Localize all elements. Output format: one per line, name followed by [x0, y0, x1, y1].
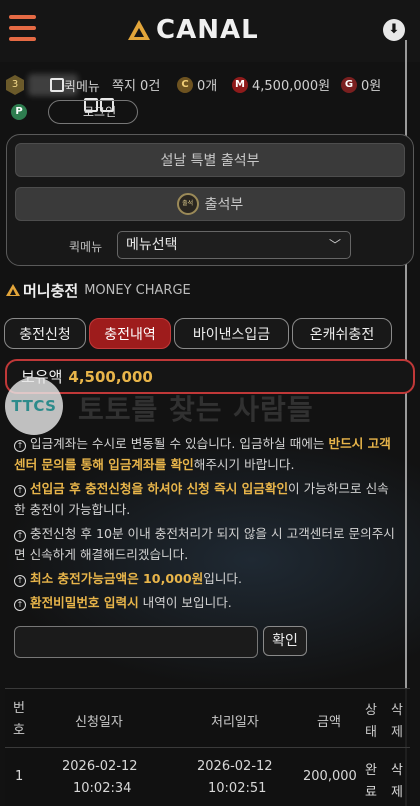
- g-amount: 0원: [361, 79, 382, 94]
- special-attendance-label: 설날 특별 출석부: [160, 153, 260, 169]
- quick-menu-text[interactable]: 퀵메뉴: [64, 76, 100, 95]
- logo-text: CANAL: [156, 15, 259, 45]
- row-amount: 200,000: [303, 769, 357, 784]
- arrow-up-circle-icon: ↑: [14, 485, 26, 497]
- balance-value: 4,500,000: [68, 367, 153, 386]
- header-request-date: 신청일자: [75, 715, 123, 730]
- notice-highlight: 선입금 후 충전신청을 하셔야 신청 즉시 입금확인: [30, 481, 289, 496]
- chevron-down-circle-icon[interactable]: ⬇: [383, 19, 405, 41]
- notice-list: ↑ 입금계좌는 수시로 변동될 수 있습니다. 입금하실 때에는 반드시 고객센터…: [14, 433, 396, 616]
- watermark-text: 토토를 찾는 사람들: [78, 393, 314, 426]
- triangle-logo-icon: [6, 284, 20, 296]
- coin-count: 0개: [197, 79, 218, 94]
- message-count[interactable]: 쪽지 0건: [112, 75, 160, 94]
- user-status-bar: 3 퀵메뉴 쪽지 0건 C 0개 M 4,500,000원 G 0원 P 로그인: [0, 70, 420, 130]
- row-status-2: 료: [365, 785, 377, 800]
- logo-triangle-icon: [128, 20, 150, 40]
- g-stat[interactable]: G 0원: [341, 75, 381, 94]
- notice-item: ↑ 입금계좌는 수시로 변동될 수 있습니다. 입금하실 때에는 반드시 고객센터…: [14, 433, 396, 475]
- notice-text: 입니다.: [203, 571, 242, 586]
- c-coin-icon: C: [177, 76, 193, 93]
- top-bar: CANAL ⬇: [0, 0, 420, 62]
- attendance-panel: 설날 특별 출석부 출석 출석부 퀵메뉴 메뉴선택 ﹀: [6, 134, 414, 266]
- attendance-button[interactable]: 출석 출석부: [15, 187, 405, 221]
- arrow-up-circle-icon: ↑: [14, 440, 26, 452]
- section-title: 머니충전 MONEY CHARGE: [6, 280, 191, 300]
- image-icon: [50, 78, 64, 92]
- arrow-up-circle-icon: ↑: [14, 530, 26, 542]
- charge-tabs: 충전신청 충전내역 바이낸스입금 온캐쉬충전: [4, 318, 416, 350]
- section-title-ko: 머니충전: [23, 281, 79, 300]
- chevron-down-icon: ﹀: [328, 238, 341, 252]
- notice-text: 충전신청 후 10분 이내 충전처리가 되지 않을 시 고객센터로 문의주시면 …: [14, 526, 395, 562]
- notice-item: ↑ 최소 충전가능금액은 10,000원입니다.: [14, 568, 396, 589]
- arrow-up-circle-icon: ↑: [14, 575, 26, 587]
- header-no-2: 호: [13, 723, 25, 738]
- notice-text: 입금계좌는 수시로 변동될 수 있습니다. 입금하실 때에는: [30, 436, 329, 451]
- quick-menu-select[interactable]: 메뉴선택 ﹀: [117, 231, 351, 259]
- row-process-time: 10:02:51: [208, 781, 267, 796]
- row-process-date: 2026-02-12: [197, 759, 273, 774]
- logo[interactable]: CANAL: [128, 14, 259, 46]
- table-divider: [5, 747, 410, 748]
- row-request-time: 10:02:34: [73, 781, 132, 796]
- arrow-up-circle-icon: ↑: [14, 599, 26, 611]
- row-request-date: 2026-02-12: [62, 759, 138, 774]
- select-value: 메뉴선택: [126, 237, 178, 253]
- header-amount: 금액: [317, 715, 341, 730]
- level-badge: 3: [6, 75, 24, 95]
- p-point-icon: P: [11, 104, 27, 120]
- tab-charge-history[interactable]: 충전내역: [89, 318, 171, 349]
- header-process-date: 처리일자: [211, 715, 259, 730]
- header-delete-2: 제: [391, 725, 403, 740]
- quick-menu-label: 퀵메뉴: [69, 240, 103, 254]
- confirm-button[interactable]: 확인: [263, 626, 307, 656]
- row-delete-1[interactable]: 삭: [391, 759, 403, 778]
- tab-charge-request[interactable]: 충전신청: [4, 318, 86, 349]
- notice-text: 내역이 보입니다.: [138, 595, 232, 610]
- hamburger-icon[interactable]: [9, 15, 36, 41]
- notice-item: ↑ 충전신청 후 10분 이내 충전처리가 되지 않을 시 고객센터로 문의주시면…: [14, 523, 396, 565]
- special-attendance-button[interactable]: 설날 특별 출석부: [15, 143, 405, 177]
- money-stat[interactable]: M 4,500,000원: [232, 75, 330, 94]
- header-no-1: 번: [13, 701, 25, 716]
- charge-history-table: 번 호 신청일자 처리일자 금액 상 태 삭 제 1 2026-02-12 10…: [5, 688, 410, 806]
- notice-item: ↑ 환전비밀번호 입력시 내역이 보입니다.: [14, 592, 396, 613]
- login-pill-label: 로그인: [83, 105, 117, 119]
- notice-highlight: 최소 충전가능금액은 10,000원: [30, 571, 204, 586]
- watermark-badge: TTCS: [5, 377, 63, 435]
- header-status-1: 상: [365, 703, 377, 718]
- attendance-label: 출석부: [204, 197, 244, 213]
- login-pill-button[interactable]: 로그인: [48, 100, 138, 124]
- notice-highlight: 환전비밀번호 입력시: [30, 595, 139, 610]
- row-no: 1: [15, 769, 24, 784]
- coin-stat[interactable]: C 0개: [177, 75, 217, 94]
- section-title-en: MONEY CHARGE: [84, 282, 191, 298]
- row-delete-2[interactable]: 제: [391, 781, 403, 800]
- notice-text: 해주시기 바랍니다.: [193, 457, 295, 472]
- m-money-icon: M: [232, 76, 248, 93]
- exchange-password-input[interactable]: [14, 626, 258, 658]
- money-amount: 4,500,000원: [252, 79, 331, 94]
- attendance-coin-icon: 출석: [176, 193, 199, 215]
- header-delete-1: 삭: [391, 703, 403, 718]
- notice-item: ↑ 선입금 후 충전신청을 하셔야 신청 즉시 입금확인이 가능하므로 신속한 충…: [14, 478, 396, 520]
- tab-binance-deposit[interactable]: 바이낸스입금: [174, 318, 289, 349]
- g-point-icon: G: [341, 76, 357, 93]
- header-status-2: 태: [365, 725, 377, 740]
- row-status-1: 완: [365, 763, 377, 778]
- tab-oncash-charge[interactable]: 온캐쉬충전: [292, 318, 392, 349]
